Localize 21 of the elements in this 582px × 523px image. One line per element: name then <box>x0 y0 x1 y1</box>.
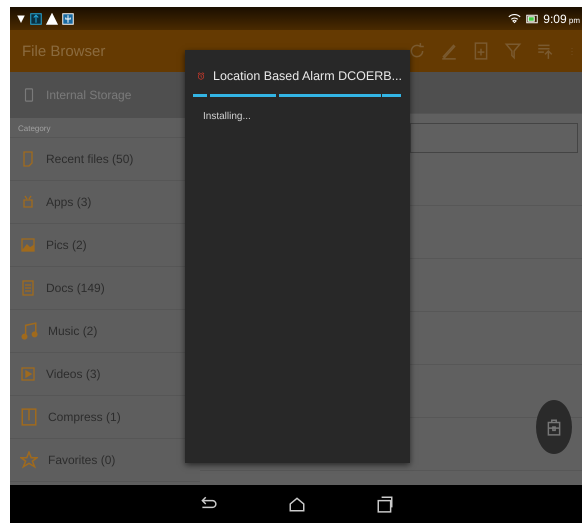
document-icon <box>20 278 36 298</box>
dialog-title: Location Based Alarm DCOERB... <box>213 69 402 83</box>
battery-icon <box>525 12 540 24</box>
clock: 9:09 pm <box>543 12 580 26</box>
refresh-icon <box>408 42 426 60</box>
filter-icon <box>504 42 522 60</box>
archive-icon <box>20 407 38 427</box>
recents-icon <box>376 495 394 513</box>
sort-icon <box>536 42 554 60</box>
video-icon <box>20 365 36 383</box>
status-message: Installing... <box>202 110 252 122</box>
app-title: File Browser <box>22 42 106 60</box>
wifi-icon <box>508 12 522 25</box>
star-icon <box>20 451 38 469</box>
warning-icon <box>46 12 58 24</box>
new-folder-icon <box>472 41 490 61</box>
search-field[interactable] <box>410 123 578 153</box>
usb-debug-icon <box>30 12 42 26</box>
image-icon <box>20 236 36 254</box>
pencil-icon <box>440 42 458 60</box>
music-note-icon <box>20 321 38 341</box>
